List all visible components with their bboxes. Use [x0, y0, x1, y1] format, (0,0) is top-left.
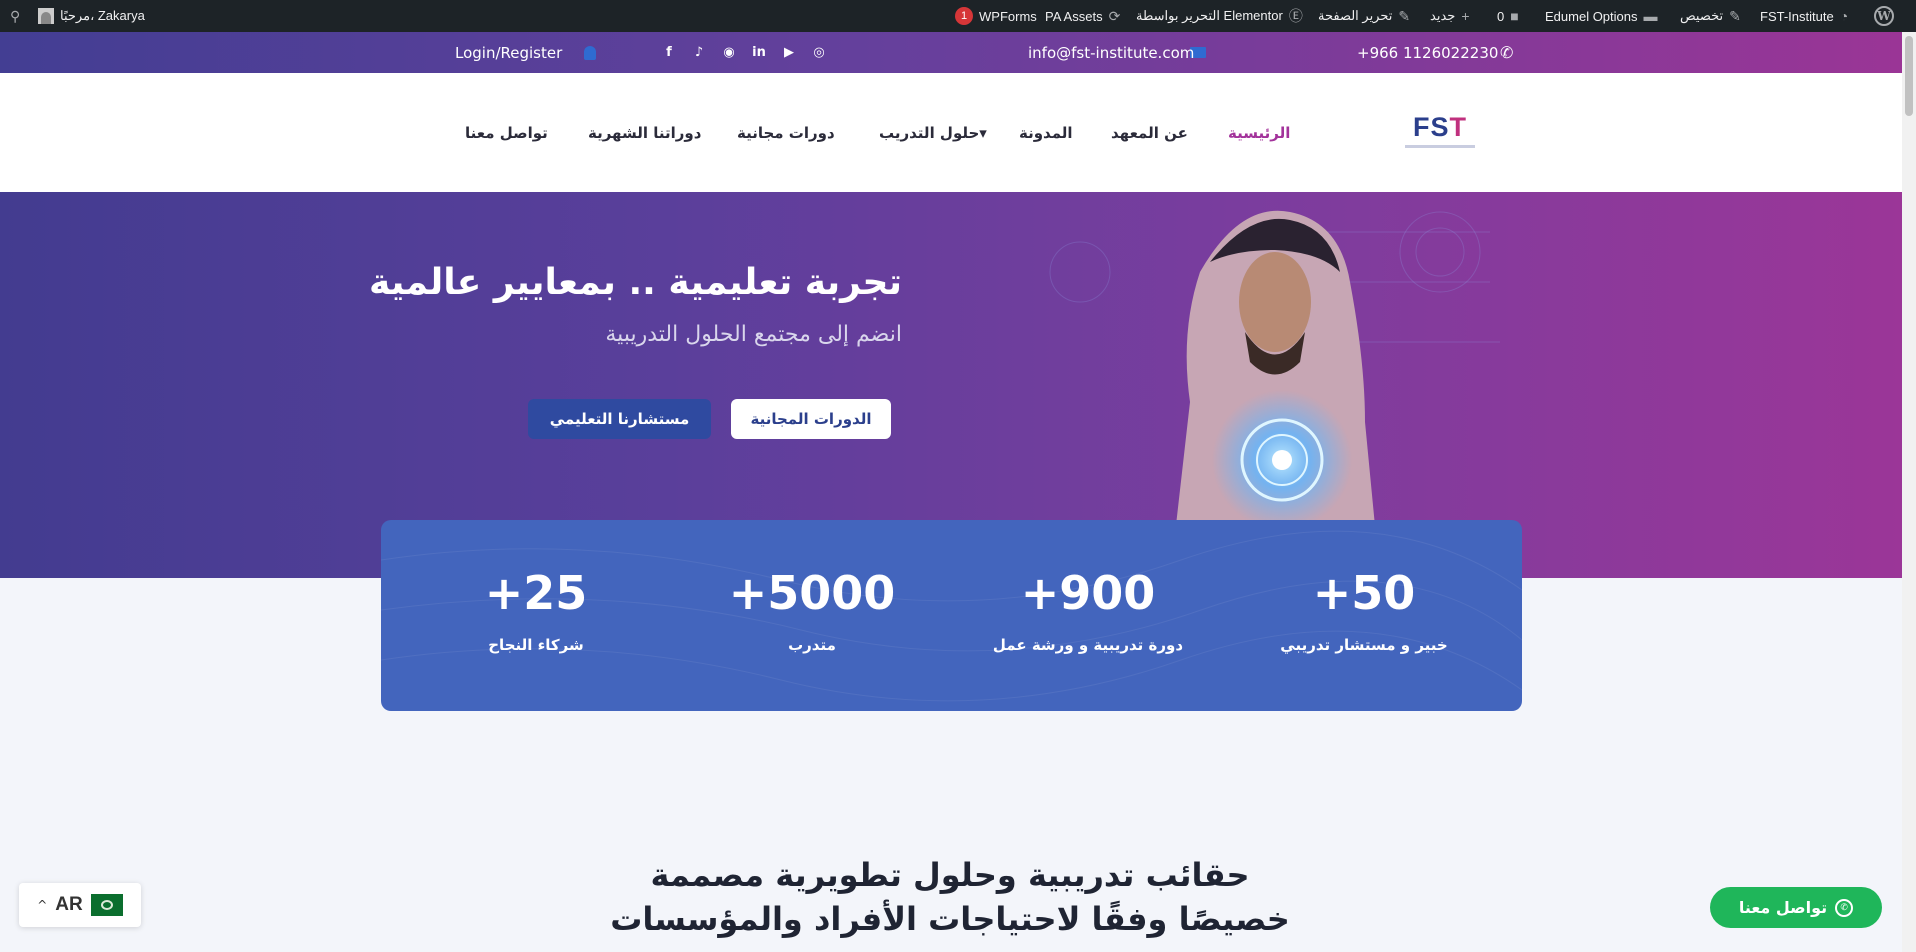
email-link[interactable]: info@fst-institute.com: [1028, 32, 1194, 73]
language-code: AR: [55, 894, 83, 915]
snapchat-icon[interactable]: ◉: [720, 45, 738, 60]
wpforms-label: WPForms: [979, 8, 1037, 24]
language-switcher[interactable]: ^ AR: [19, 883, 141, 927]
phone-contact[interactable]: ✆: [1500, 32, 1513, 73]
adminbar-edumel-options[interactable]: Edumel Options ▬: [1545, 0, 1658, 32]
scrollbar-thumb[interactable]: [1905, 36, 1913, 116]
elementor-icon: Ⓔ: [1288, 8, 1303, 24]
contact-bar: ✆ +966 1126022230 info@fst-institute.com…: [0, 32, 1902, 73]
stat-label: خبير و مستشار تدريبي: [1280, 636, 1448, 654]
whatsapp-social-icon[interactable]: ◎: [810, 45, 828, 60]
greeting: مرحبًا، Zakarya: [60, 8, 145, 23]
adminbar-my-account[interactable]: مرحبًا، Zakarya: [38, 0, 145, 32]
hero-title: تجربة تعليمية .. بمعايير عالمية: [369, 262, 902, 303]
stat-number: +900: [1020, 566, 1156, 620]
customize-label: تخصيص: [1680, 8, 1724, 23]
tiktok-icon[interactable]: ♪: [690, 45, 708, 60]
site-name: FST-Institute: [1760, 8, 1834, 24]
pa-assets-label: PA Assets: [1045, 8, 1103, 24]
stat-number: +50: [1312, 566, 1416, 620]
nav-contact[interactable]: تواصل معنا: [465, 73, 548, 192]
nav-free-courses[interactable]: دورات مجانية: [737, 73, 835, 192]
stats-card: +50 خبير و مستشار تدريبي +900 دورة تدريب…: [381, 520, 1522, 711]
comment-icon: ■: [1510, 8, 1519, 24]
elementor-label: التحرير بواسطة Elementor: [1136, 8, 1283, 23]
user-icon[interactable]: [584, 32, 596, 73]
page-scrollbar[interactable]: [1902, 32, 1916, 952]
comments-count: 0: [1497, 8, 1505, 24]
saudi-flag-icon: [90, 894, 123, 916]
adminbar-pa-assets[interactable]: PA Assets ⟳: [1045, 0, 1120, 32]
main-navbar: FST الرئيسية عن المعهد المدونة حلول التد…: [0, 73, 1902, 192]
wordpress-logo-icon[interactable]: W: [1874, 0, 1894, 32]
whatsapp-icon: ✆: [1835, 898, 1854, 917]
section-title-line-1: حقائب تدريبية وحلول تطويرية مصممة: [650, 856, 1250, 894]
adminbar-wpforms[interactable]: 1 WPForms: [955, 0, 1037, 32]
edit-page-label: تحرير الصفحة: [1318, 8, 1393, 23]
edumel-label: Edumel Options: [1545, 8, 1638, 24]
whatsapp-label: تواصل معنا: [1738, 898, 1828, 917]
refresh-icon: ⟳: [1108, 7, 1121, 24]
adminbar-customize[interactable]: تخصيص ✎: [1680, 0, 1741, 32]
nav-about[interactable]: عن المعهد: [1111, 73, 1188, 192]
phone-icon: ✆: [1500, 43, 1514, 62]
folder-icon: ▬: [1643, 8, 1658, 24]
youtube-icon[interactable]: ▶: [780, 45, 798, 60]
plus-icon: +: [1461, 8, 1470, 24]
adminbar-comments[interactable]: 0 ■: [1497, 0, 1519, 32]
new-label: جديد: [1430, 8, 1456, 23]
stat-label: متدرب: [788, 636, 836, 654]
stat-label: شركاء النجاح: [488, 636, 584, 654]
pencil-icon: ✎: [1398, 7, 1411, 24]
brush-icon: ✎: [1729, 7, 1741, 24]
stat-label: دورة تدريبية و ورشة عمل: [992, 636, 1184, 654]
adminbar-new[interactable]: جديد +: [1430, 0, 1470, 32]
nav-home[interactable]: الرئيسية: [1228, 73, 1290, 192]
facebook-icon[interactable]: f: [660, 45, 678, 60]
adminbar-site-link[interactable]: FST-Institute ◔: [1760, 0, 1848, 32]
login-register-link[interactable]: Login/Register: [455, 32, 562, 73]
stat-number: +25: [484, 566, 588, 620]
nav-training-solutions[interactable]: حلول التدريب▾: [879, 73, 987, 192]
social-links: f ♪ ◉ in ▶ ◎: [660, 32, 828, 73]
search-icon[interactable]: ⚲: [10, 0, 20, 32]
nav-blog[interactable]: المدونة: [1019, 73, 1073, 192]
site-logo[interactable]: FST: [1403, 101, 1477, 161]
linkedin-icon[interactable]: in: [750, 45, 768, 60]
free-courses-button[interactable]: الدورات المجانية: [731, 399, 891, 439]
adminbar-edit-page[interactable]: تحرير الصفحة ✎: [1318, 0, 1410, 32]
chevron-up-icon: ^: [37, 898, 48, 912]
consultant-button[interactable]: مستشارنا التعليمي: [528, 399, 711, 439]
whatsapp-contact-button[interactable]: تواصل معنا ✆: [1710, 887, 1882, 928]
dashboard-icon: ◔: [1839, 8, 1849, 24]
adminbar-elementor[interactable]: التحرير بواسطة Elementor Ⓔ: [1136, 0, 1303, 32]
hero-subtitle: انضم إلى مجتمع الحلول التدريبية: [605, 322, 902, 347]
wp-admin-bar: W FST-Institute ◔ تخصيص ✎ Edumel Options…: [0, 0, 1916, 32]
avatar: [38, 8, 54, 24]
section-title-line-2: خصيصًا وفقًا لاحتياجات الأفراد والمؤسسات: [610, 900, 1290, 938]
phone-number[interactable]: +966 1126022230: [1357, 32, 1498, 73]
nav-monthly-courses[interactable]: دوراتنا الشهرية: [588, 73, 701, 192]
wpforms-badge: 1: [955, 7, 973, 25]
stat-number: +5000: [728, 566, 896, 620]
